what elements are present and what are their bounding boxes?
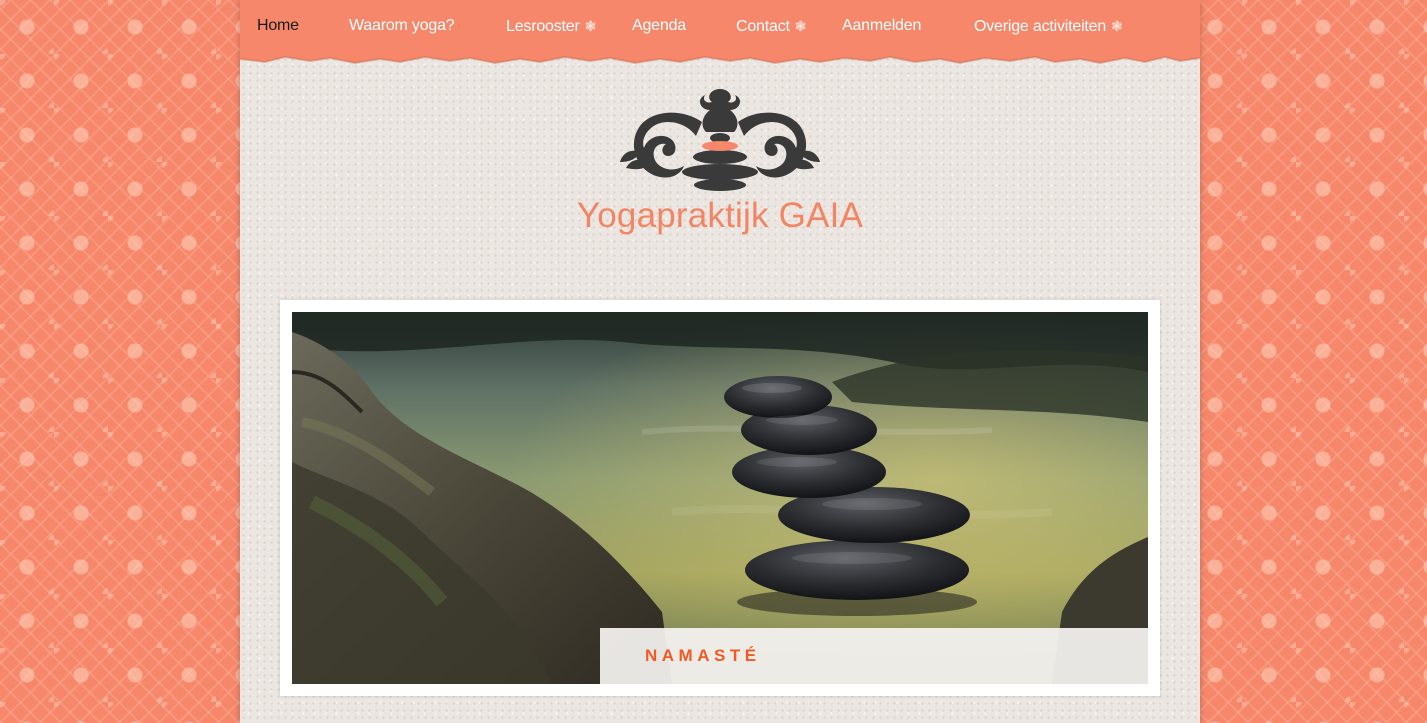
submenu-flower-icon: ❃ [794, 18, 807, 34]
slide-caption-text: NAMASTÉ [645, 646, 761, 665]
nav-label: Overige activiteiten [974, 18, 1107, 35]
nav-torn-edge [240, 50, 1200, 65]
nav-label: Waarom yoga? [349, 17, 455, 34]
nav-label: Home [257, 17, 299, 34]
nav-label: Agenda [632, 17, 686, 34]
nav-label: Lesrooster [506, 18, 580, 35]
submenu-flower-icon: ❃ [584, 18, 597, 34]
page-container: Home Waarom yoga? Lesrooster ❃ Agenda Con… [240, 0, 1200, 723]
nav-label: Aanmelden [842, 17, 922, 34]
hero-image: NAMASTÉ [292, 312, 1148, 684]
site-logo[interactable] [610, 86, 830, 196]
submenu-flower-icon: ❃ [1111, 18, 1123, 34]
nav-item-lesrooster[interactable]: Lesrooster ❃ [506, 15, 596, 37]
site-title[interactable]: Yogapraktijk GAIA [240, 196, 1200, 236]
nav-item-contact[interactable]: Contact ❃ [736, 15, 806, 37]
nav-item-aanmelden[interactable]: Aanmelden [842, 15, 921, 37]
nav-label: Contact [736, 18, 790, 35]
hero-slider: NAMASTÉ [280, 300, 1160, 696]
main-navigation: Home Waarom yoga? Lesrooster ❃ Agenda Con… [240, 0, 1200, 56]
nav-item-waarom-yoga[interactable]: Waarom yoga? [349, 15, 455, 37]
slide-caption: NAMASTÉ [600, 628, 1148, 684]
nav-item-overige-activiteiten[interactable]: Overige activiteiten ❃ [974, 15, 1123, 37]
stacked-stones-ornament-icon [620, 89, 820, 191]
nav-item-home[interactable]: Home [257, 15, 299, 37]
nav-item-agenda[interactable]: Agenda [632, 15, 686, 37]
